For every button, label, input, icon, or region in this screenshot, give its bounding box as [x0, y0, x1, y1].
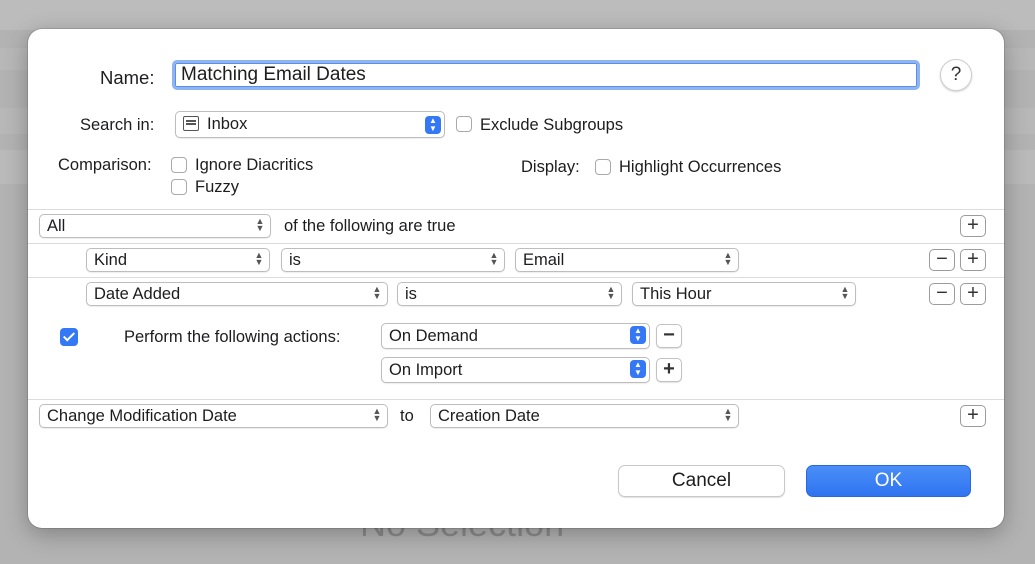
- chevron-updown-icon: ▲ ▼: [630, 360, 646, 378]
- chevron-updown-icon: ▲ ▼: [372, 406, 382, 423]
- action-popup[interactable]: Change Modification Date ▲ ▼: [39, 404, 388, 428]
- perform-actions-label: Perform the following actions:: [124, 328, 341, 346]
- search-in-popup[interactable]: Inbox ▲ ▼: [175, 111, 445, 138]
- chevron-updown-icon: ▲ ▼: [372, 284, 382, 301]
- match-suffix-label: of the following are true: [284, 217, 456, 235]
- add-trigger-button[interactable]: +: [656, 358, 682, 382]
- condition-2-value: This Hour: [640, 285, 712, 303]
- condition-2-operator-popup[interactable]: is ▲ ▼: [397, 282, 622, 306]
- condition-2-operator: is: [405, 285, 417, 303]
- name-input[interactable]: [172, 60, 920, 90]
- remove-condition-2-button[interactable]: −: [929, 283, 955, 305]
- match-value: All: [47, 217, 66, 235]
- separator: [28, 277, 1004, 278]
- action-value: Change Modification Date: [47, 407, 237, 425]
- condition-1-operator-popup[interactable]: is ▲ ▼: [281, 248, 505, 272]
- comparison-label: Comparison:: [58, 156, 152, 174]
- add-condition-after-2-button[interactable]: +: [960, 283, 986, 305]
- separator: [28, 209, 1004, 210]
- plus-icon: +: [967, 248, 979, 270]
- highlight-occurrences-checkbox[interactable]: [595, 159, 611, 175]
- remove-trigger-button[interactable]: −: [656, 324, 682, 348]
- minus-icon: −: [936, 282, 948, 304]
- exclude-subgroups-label: Exclude Subgroups: [480, 116, 624, 134]
- condition-2-field-popup[interactable]: Date Added ▲ ▼: [86, 282, 388, 306]
- trigger-1-value: On Demand: [389, 327, 478, 345]
- fuzzy-checkbox[interactable]: [171, 179, 187, 195]
- trigger-2-value: On Import: [389, 361, 463, 379]
- to-label: to: [400, 407, 414, 425]
- ignore-diacritics-label: Ignore Diacritics: [195, 156, 314, 174]
- perform-actions-checkbox[interactable]: [60, 328, 78, 346]
- help-button[interactable]: ?: [940, 59, 972, 91]
- remove-condition-1-button[interactable]: −: [929, 249, 955, 271]
- plus-icon: +: [967, 404, 979, 426]
- ignore-diacritics-checkbox[interactable]: [171, 157, 187, 173]
- smart-rule-sheet: Name: ? Search in: Inbox ▲▼ Exclude Subg…: [28, 29, 1004, 528]
- minus-icon: −: [936, 248, 948, 270]
- ok-button[interactable]: OK: [806, 465, 971, 497]
- chevron-updown-icon: ▲ ▼: [254, 250, 264, 267]
- chevron-updown-icon: ▲ ▼: [630, 326, 646, 344]
- condition-1-value-popup[interactable]: Email ▲ ▼: [515, 248, 739, 272]
- inbox-icon: [183, 116, 199, 131]
- chevron-updown-icon: ▲ ▼: [489, 250, 499, 267]
- separator: [28, 399, 1004, 400]
- add-action-button[interactable]: +: [960, 405, 986, 427]
- condition-1-field: Kind: [94, 251, 128, 269]
- condition-2-field: Date Added: [94, 285, 181, 303]
- help-icon: ?: [950, 64, 962, 85]
- match-all-popup[interactable]: All ▲ ▼: [39, 214, 271, 238]
- trigger-2-popup[interactable]: On Import ▲ ▼: [381, 357, 650, 383]
- add-condition-after-1-button[interactable]: +: [960, 249, 986, 271]
- condition-1-value: Email: [523, 251, 565, 269]
- display-label: Display:: [521, 158, 580, 176]
- plus-icon: +: [663, 358, 675, 380]
- plus-icon: +: [967, 282, 979, 304]
- chevron-updown-icon: ▲ ▼: [255, 216, 265, 233]
- search-in-value: Inbox: [207, 115, 248, 133]
- chevron-updown-icon: ▲ ▼: [606, 284, 616, 301]
- chevron-updown-icon: ▲ ▼: [723, 406, 733, 423]
- background-toolbar: [0, 0, 1035, 30]
- separator: [28, 243, 1004, 244]
- condition-1-field-popup[interactable]: Kind ▲ ▼: [86, 248, 270, 272]
- chevron-updown-icon: ▲ ▼: [425, 116, 441, 134]
- chevron-updown-icon: ▲ ▼: [723, 250, 733, 267]
- action-target-popup[interactable]: Creation Date ▲ ▼: [430, 404, 739, 428]
- exclude-subgroups-checkbox[interactable]: [456, 116, 472, 132]
- chevron-updown-icon: ▲ ▼: [840, 284, 850, 301]
- plus-icon: +: [967, 214, 979, 236]
- condition-1-operator: is: [289, 251, 301, 269]
- action-target-value: Creation Date: [438, 407, 540, 425]
- cancel-button[interactable]: Cancel: [618, 465, 785, 497]
- trigger-1-popup[interactable]: On Demand ▲ ▼: [381, 323, 650, 349]
- add-condition-button[interactable]: +: [960, 215, 986, 237]
- highlight-occurrences-label: Highlight Occurrences: [619, 158, 782, 176]
- name-label: Name:: [100, 67, 155, 88]
- minus-icon: −: [663, 324, 675, 346]
- condition-2-value-popup[interactable]: This Hour ▲ ▼: [632, 282, 856, 306]
- search-in-label: Search in:: [80, 116, 155, 134]
- fuzzy-label: Fuzzy: [195, 178, 240, 196]
